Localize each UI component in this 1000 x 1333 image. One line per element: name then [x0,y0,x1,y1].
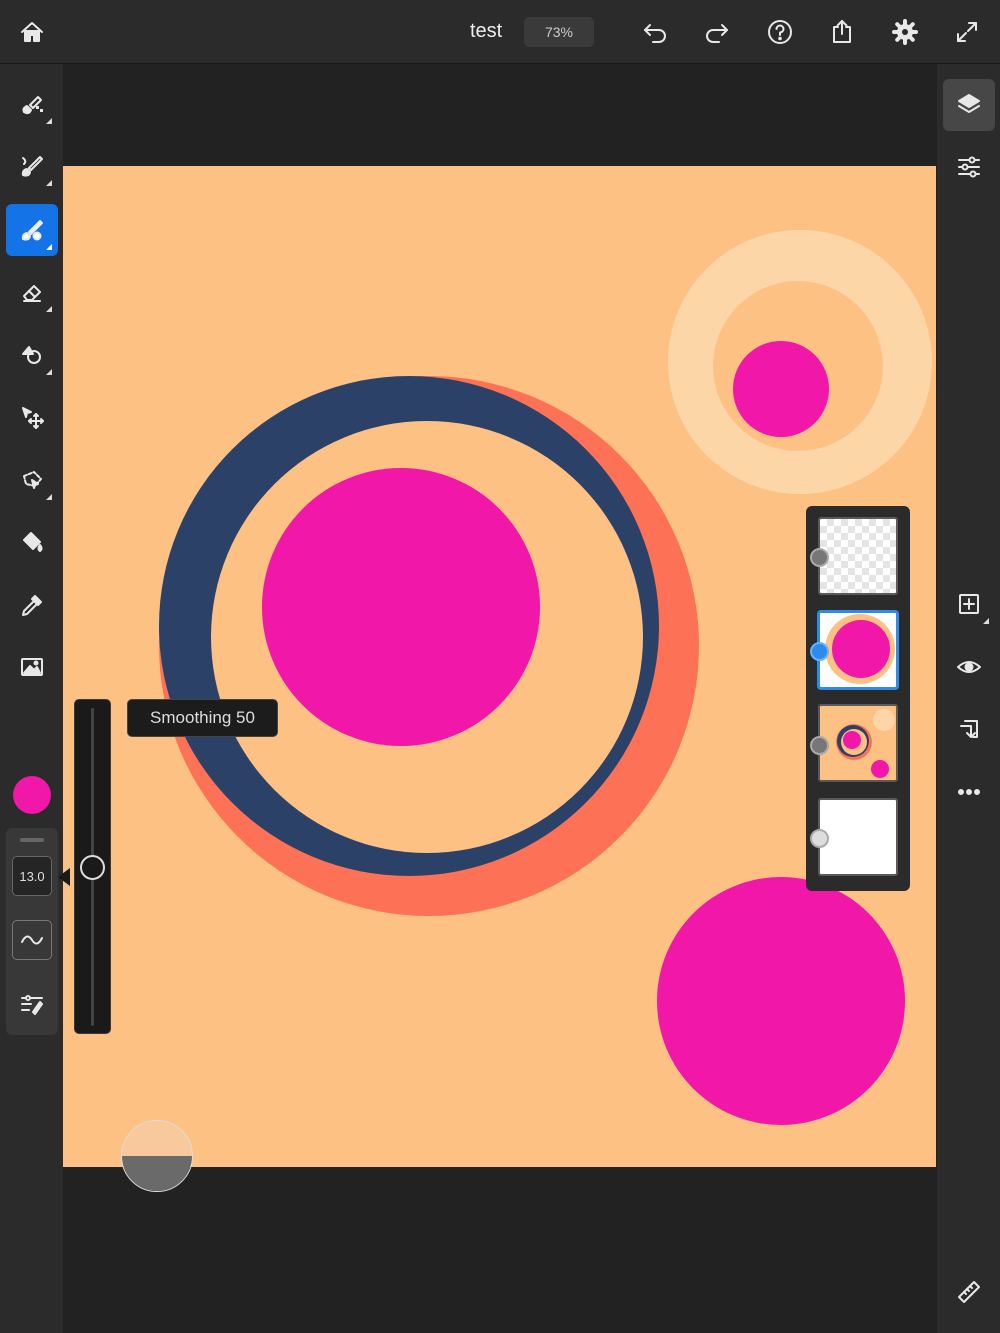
eraser-icon [23,285,41,302]
eyedropper-icon [22,595,42,616]
properties-button[interactable] [943,141,995,193]
right-toolbar [937,64,1000,1333]
document-title[interactable]: test [470,20,502,43]
home-icon[interactable] [12,12,52,52]
fill-icon [23,532,43,552]
smoothing-button[interactable] [12,920,52,960]
layers-panel [806,506,910,891]
layers-button[interactable] [943,79,995,131]
share-icon[interactable] [822,12,862,52]
slider-thumb[interactable] [80,854,105,880]
layer-thumb-rings[interactable] [818,704,898,782]
merge-icon [960,720,978,738]
redo-icon[interactable] [697,12,737,52]
more-icon [958,789,980,795]
layer-thumb-circle[interactable] [818,611,898,689]
move-tool[interactable] [6,391,58,443]
layer-thumb-transparent[interactable] [818,517,898,595]
undo-icon[interactable] [635,12,675,52]
smoothing-wave-icon [21,935,43,945]
pixel-brush-icon [22,96,43,115]
layer-thumb-background[interactable] [818,798,898,876]
image-layer-icon[interactable] [810,829,829,848]
smoothing-tooltip: Smoothing 50 [127,699,278,737]
lasso-icon [23,471,42,489]
zoom-level[interactable]: 73% [524,17,594,47]
ruler-button[interactable] [943,1266,995,1318]
visibility-button[interactable] [943,641,995,693]
layer-thumb-rings-art [836,709,895,778]
left-toolbar: 13.0 [0,64,63,1333]
paint-brush-icon [21,220,43,241]
layers-icon [958,94,980,113]
brush-settings-button[interactable] [12,984,52,1024]
eyedropper-tool[interactable] [6,579,58,631]
merge-button[interactable] [943,704,995,756]
layer-thumb-circle-art [825,614,895,684]
fullscreen-icon[interactable] [947,12,987,52]
layer-handle[interactable] [810,548,829,567]
more-button[interactable] [943,766,995,818]
large-magenta-circle [262,468,540,746]
help-icon[interactable] [760,12,800,52]
top-bar: test 73% [0,0,1000,64]
brush-color-swatch[interactable] [13,776,51,814]
lasso-tool[interactable] [6,454,58,506]
place-image-icon [21,658,43,676]
place-image-tool[interactable] [6,641,58,693]
brush-options-panel: 13.0 [6,828,58,1035]
smudge-tool[interactable] [6,329,58,381]
brush-size-button[interactable]: 13.0 [12,856,52,896]
live-brush-icon [21,156,43,177]
bottom-magenta-circle [657,877,905,1125]
touch-shortcut[interactable] [121,1120,193,1192]
smoothing-slider[interactable] [74,699,111,1034]
panel-drag-handle[interactable] [20,838,44,842]
layer-handle-selected[interactable] [810,642,829,661]
layer-handle[interactable] [810,736,829,755]
brush-settings-icon [21,995,43,1015]
visibility-icon [957,661,981,673]
fill-tool[interactable] [6,516,58,568]
settings-icon[interactable] [885,12,925,52]
move-icon [22,407,44,429]
small-magenta-circle [733,341,829,437]
smudge-icon [22,346,41,364]
live-brush-tool[interactable] [6,140,58,192]
add-layer-icon [959,594,979,614]
add-layer-button[interactable] [943,578,995,630]
eraser-tool[interactable] [6,266,58,318]
properties-icon [958,156,980,178]
ruler-icon [958,1281,980,1303]
paint-brush-tool[interactable] [6,204,58,256]
pixel-brush-tool[interactable] [6,78,58,130]
slider-pointer-arrow [58,868,70,886]
